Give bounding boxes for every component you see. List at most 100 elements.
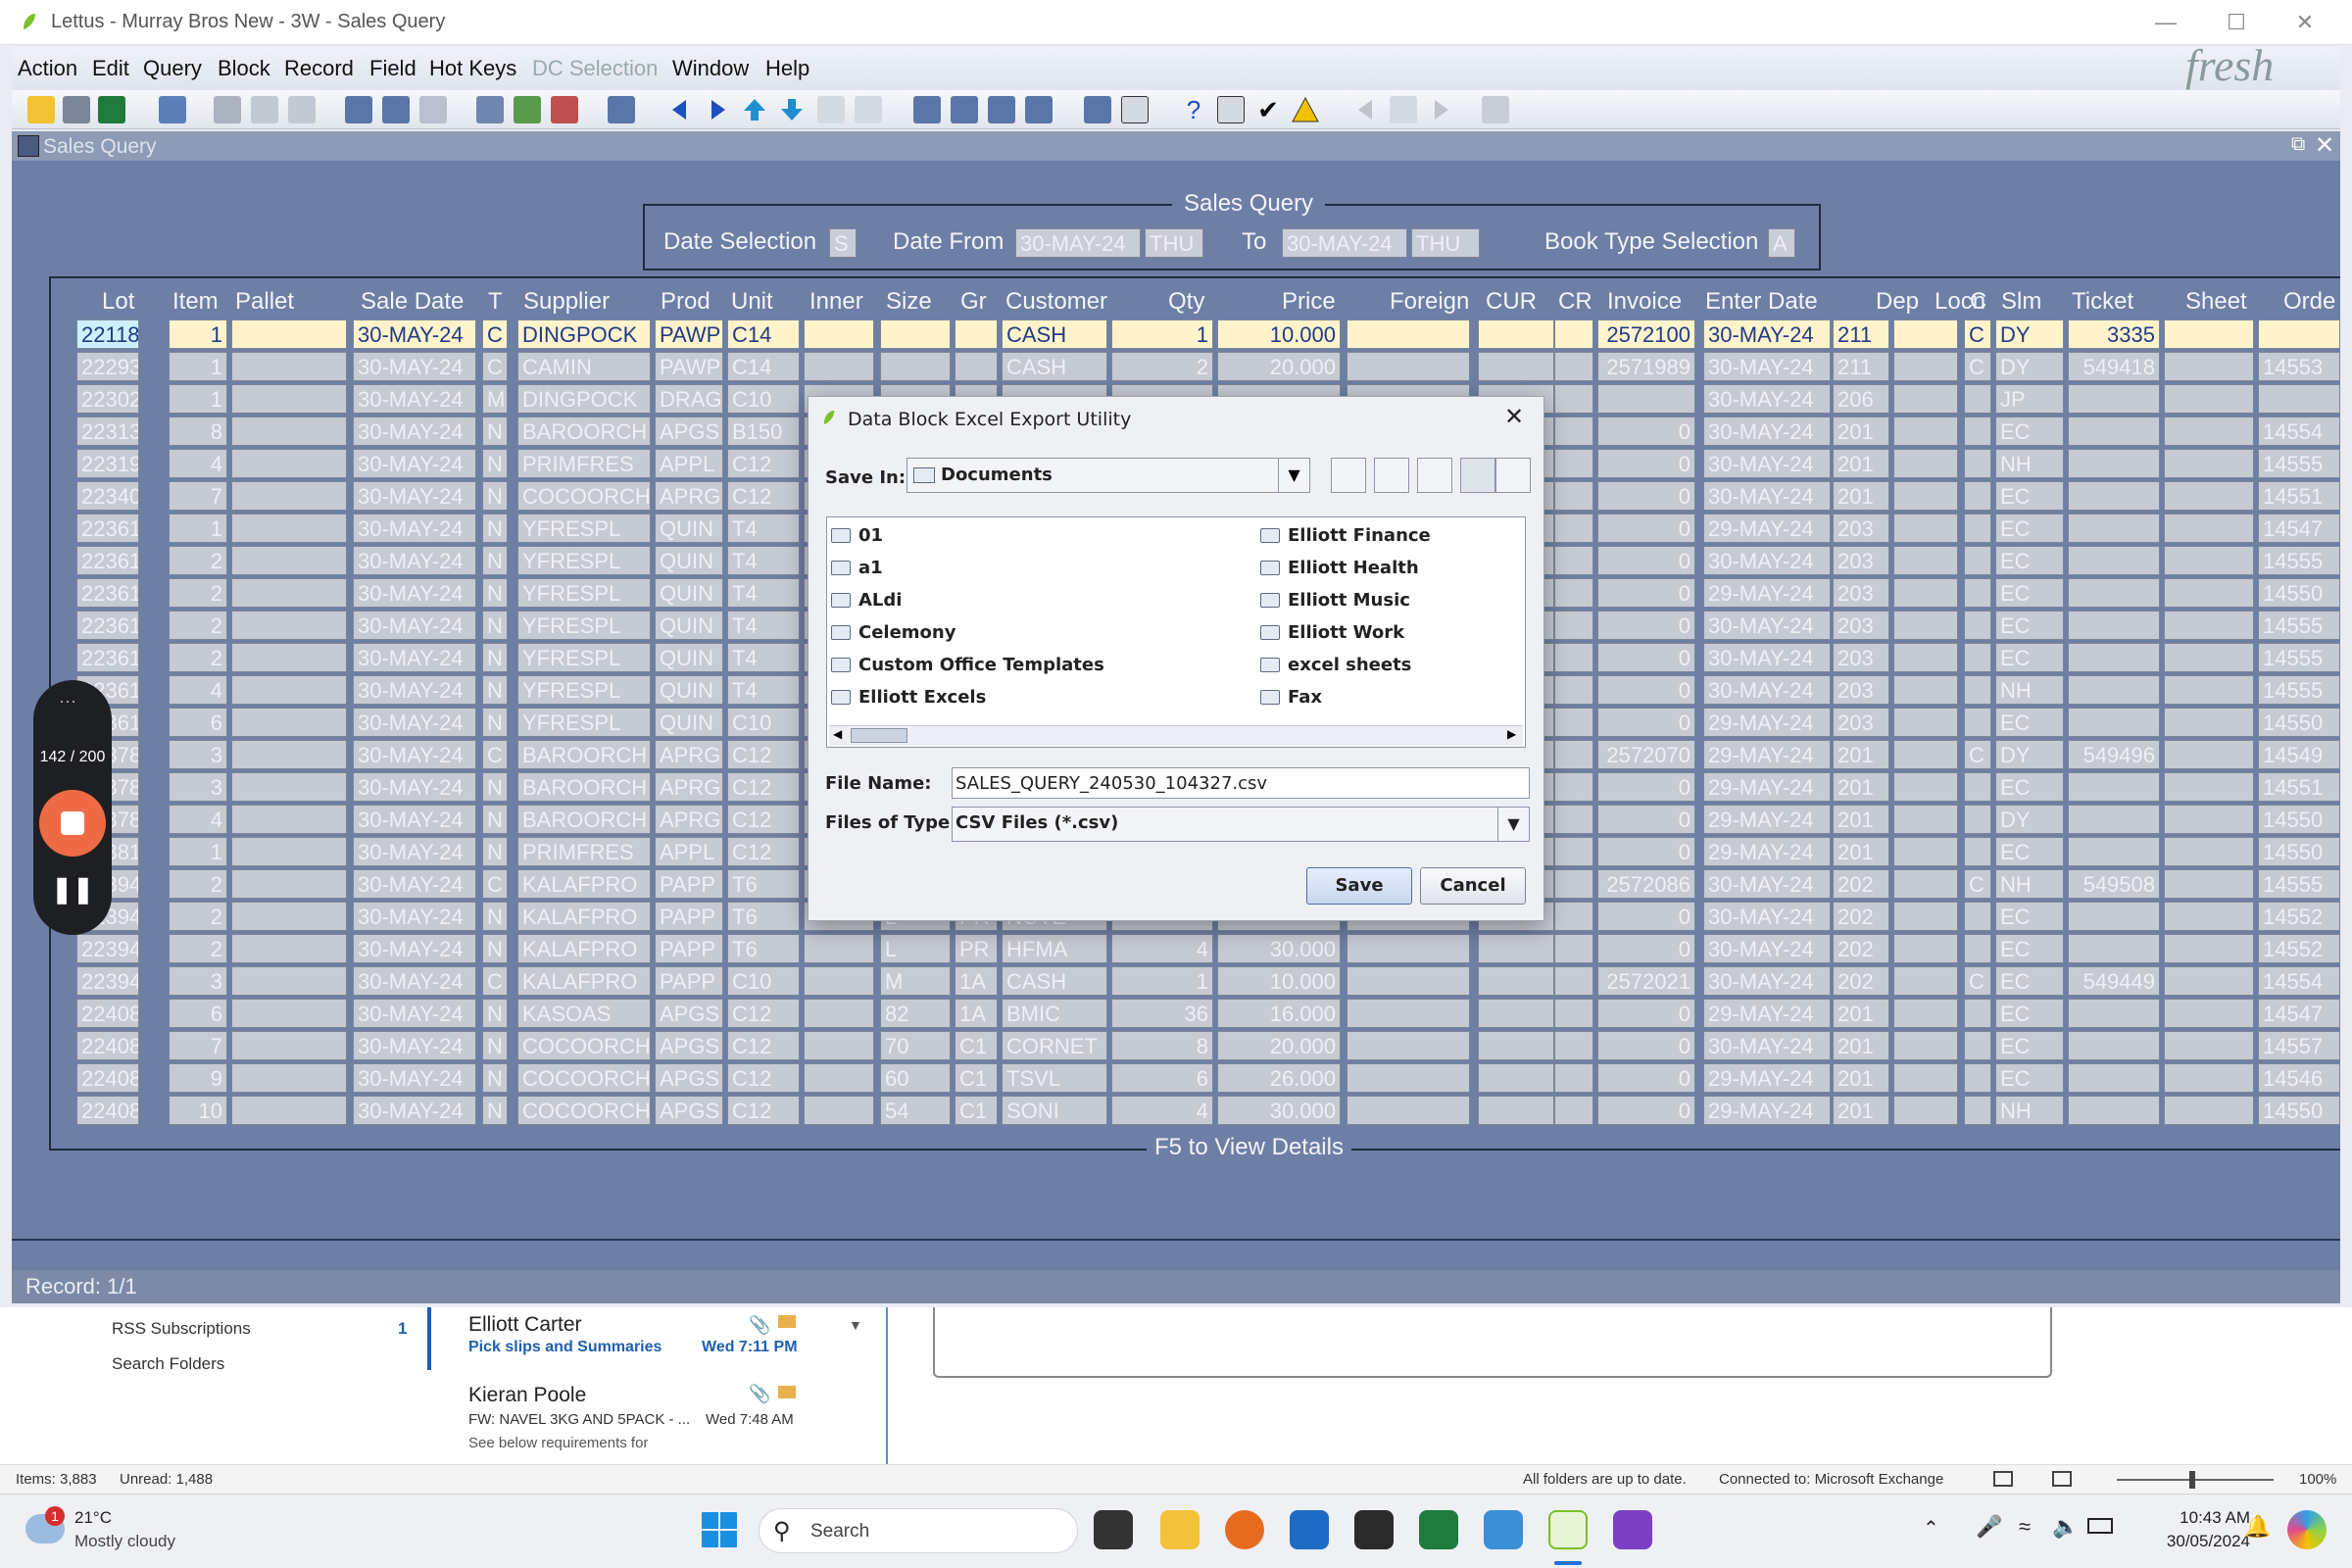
table-cell[interactable]: YFRESPL bbox=[517, 643, 651, 672]
table-cell[interactable]: N bbox=[482, 1096, 508, 1125]
table-cell[interactable]: YFRESPL bbox=[517, 611, 651, 640]
table-cell[interactable]: QUIN bbox=[655, 675, 723, 705]
file-explorer-icon[interactable] bbox=[1160, 1510, 1200, 1549]
table-cell[interactable]: KALAFPRO bbox=[517, 869, 651, 899]
table-cell[interactable] bbox=[1964, 1031, 1991, 1060]
column-header[interactable]: Supplier bbox=[523, 288, 610, 316]
table-cell[interactable]: 224080 bbox=[76, 999, 139, 1028]
table-cell[interactable]: N bbox=[482, 902, 508, 931]
table-cell[interactable] bbox=[1964, 643, 1991, 672]
table-cell[interactable]: C12 bbox=[727, 1096, 800, 1125]
scroll-left-icon[interactable]: ◀ bbox=[833, 727, 842, 741]
table-cell[interactable] bbox=[1478, 352, 1554, 381]
table-cell[interactable]: 0 bbox=[1597, 902, 1695, 931]
table-cell[interactable] bbox=[2164, 902, 2254, 931]
table-cell[interactable] bbox=[804, 1063, 874, 1093]
table-cell[interactable]: EC bbox=[1995, 416, 2064, 446]
table-cell[interactable]: DRAG bbox=[655, 384, 723, 414]
minimize-button[interactable]: — bbox=[2136, 6, 2195, 39]
table-cell[interactable]: BAROORCH bbox=[517, 416, 651, 446]
table-cell[interactable] bbox=[1347, 1096, 1470, 1125]
table-cell[interactable] bbox=[231, 578, 347, 608]
table-cell[interactable] bbox=[2068, 837, 2160, 866]
table-cell[interactable]: 202 bbox=[1833, 934, 1889, 963]
table-cell[interactable] bbox=[1893, 481, 1958, 511]
folder-item[interactable]: excel sheets bbox=[1260, 655, 1411, 675]
table-cell[interactable]: APGS bbox=[655, 1063, 723, 1093]
table-cell[interactable]: KALAFPRO bbox=[517, 902, 651, 931]
table-cell[interactable] bbox=[2068, 1031, 2160, 1060]
table-cell[interactable]: C12 bbox=[727, 449, 800, 478]
table-cell[interactable]: 30-MAY-24 bbox=[353, 578, 476, 608]
table-cell[interactable]: EC bbox=[1995, 481, 2064, 511]
table-cell[interactable]: 30-MAY-24 bbox=[353, 1096, 476, 1125]
table-cell[interactable]: 30-MAY-24 bbox=[353, 837, 476, 866]
table-cell[interactable] bbox=[1554, 837, 1593, 866]
table-cell[interactable]: 203 bbox=[1833, 611, 1889, 640]
table-cell[interactable]: TSVL bbox=[1002, 1063, 1107, 1093]
table-cell[interactable]: APRG bbox=[655, 740, 723, 769]
table-cell[interactable] bbox=[2164, 611, 2254, 640]
details-view-icon[interactable] bbox=[1495, 458, 1531, 493]
close-form-icon[interactable]: ✕ bbox=[2315, 131, 2334, 160]
table-cell[interactable]: PRIMFRES bbox=[517, 837, 651, 866]
table-cell[interactable]: EC bbox=[1995, 1063, 2064, 1093]
wifi-icon[interactable]: ≈ bbox=[2019, 1514, 2031, 1540]
table-cell[interactable]: BAROORCH bbox=[517, 772, 651, 802]
table-cell[interactable] bbox=[2164, 1096, 2254, 1125]
table-cell[interactable]: 16.000 bbox=[1217, 999, 1341, 1028]
zoom-slider[interactable] bbox=[2117, 1479, 2274, 1481]
table-cell[interactable]: 29-MAY-24 bbox=[1703, 1063, 1831, 1093]
table-cell[interactable]: C bbox=[1964, 740, 1991, 769]
table-cell[interactable]: 0 bbox=[1597, 416, 1695, 446]
table-cell[interactable]: 30-MAY-24 bbox=[353, 643, 476, 672]
table-cell[interactable]: 201 bbox=[1833, 999, 1889, 1028]
table-cell[interactable] bbox=[2164, 449, 2254, 478]
table-cell[interactable]: 54 bbox=[880, 1096, 951, 1125]
table-cell[interactable]: 8 bbox=[1111, 1031, 1213, 1060]
folder-item[interactable]: Fax bbox=[1260, 687, 1322, 708]
table-cell[interactable]: 0 bbox=[1597, 449, 1695, 478]
table-cell[interactable]: 0 bbox=[1597, 643, 1695, 672]
table-cell[interactable]: C bbox=[1964, 869, 1991, 899]
table-cell[interactable]: PAPP bbox=[655, 902, 723, 931]
table-cell[interactable]: 2 bbox=[1111, 352, 1213, 381]
last-record-icon[interactable] bbox=[855, 96, 882, 123]
table-cell[interactable]: PAPP bbox=[655, 934, 723, 963]
table-cell[interactable]: 29-MAY-24 bbox=[1703, 708, 1831, 737]
table-cell[interactable]: 30-MAY-24 bbox=[1703, 643, 1831, 672]
table-cell[interactable] bbox=[1347, 966, 1470, 996]
table-cell[interactable]: C10 bbox=[727, 384, 800, 414]
table-cell[interactable] bbox=[231, 319, 347, 349]
table-cell[interactable] bbox=[231, 675, 347, 705]
table-cell[interactable]: 0 bbox=[1597, 934, 1695, 963]
table-cell[interactable] bbox=[1554, 934, 1593, 963]
table-cell[interactable] bbox=[955, 352, 998, 381]
table-cell[interactable] bbox=[231, 708, 347, 737]
table-cell[interactable]: 30-MAY-24 bbox=[1703, 319, 1831, 349]
down-arrow-icon[interactable] bbox=[778, 96, 806, 123]
table-cell[interactable]: N bbox=[482, 643, 508, 672]
table-cell[interactable] bbox=[231, 837, 347, 866]
table-cell[interactable] bbox=[2068, 449, 2160, 478]
table-cell[interactable]: 14555 bbox=[2258, 869, 2340, 899]
table-cell[interactable]: YFRESPL bbox=[517, 546, 651, 575]
table-cell[interactable] bbox=[1964, 578, 1991, 608]
table-cell[interactable]: 203 bbox=[1833, 708, 1889, 737]
chevron-down-icon[interactable]: ▼ bbox=[1497, 808, 1529, 841]
table-cell[interactable]: PAWP bbox=[655, 319, 723, 349]
table-cell[interactable] bbox=[2164, 319, 2254, 349]
table-cell[interactable] bbox=[231, 772, 347, 802]
table-cell[interactable]: 202 bbox=[1833, 869, 1889, 899]
table-cell[interactable]: 7 bbox=[169, 1031, 227, 1060]
table-cell[interactable] bbox=[231, 934, 347, 963]
table-cell[interactable] bbox=[1347, 1031, 1470, 1060]
save-in-dropdown[interactable]: Documents ▼ bbox=[906, 458, 1310, 493]
table-cell[interactable]: 0 bbox=[1597, 805, 1695, 834]
table-cell[interactable]: 30-MAY-24 bbox=[1703, 416, 1831, 446]
table-cell[interactable]: 20.000 bbox=[1217, 1031, 1341, 1060]
table-cell[interactable]: NH bbox=[1995, 675, 2064, 705]
table-cell[interactable]: 0 bbox=[1597, 837, 1695, 866]
folder-item[interactable]: a1 bbox=[831, 558, 883, 578]
table-cell[interactable]: EC bbox=[1995, 514, 2064, 543]
